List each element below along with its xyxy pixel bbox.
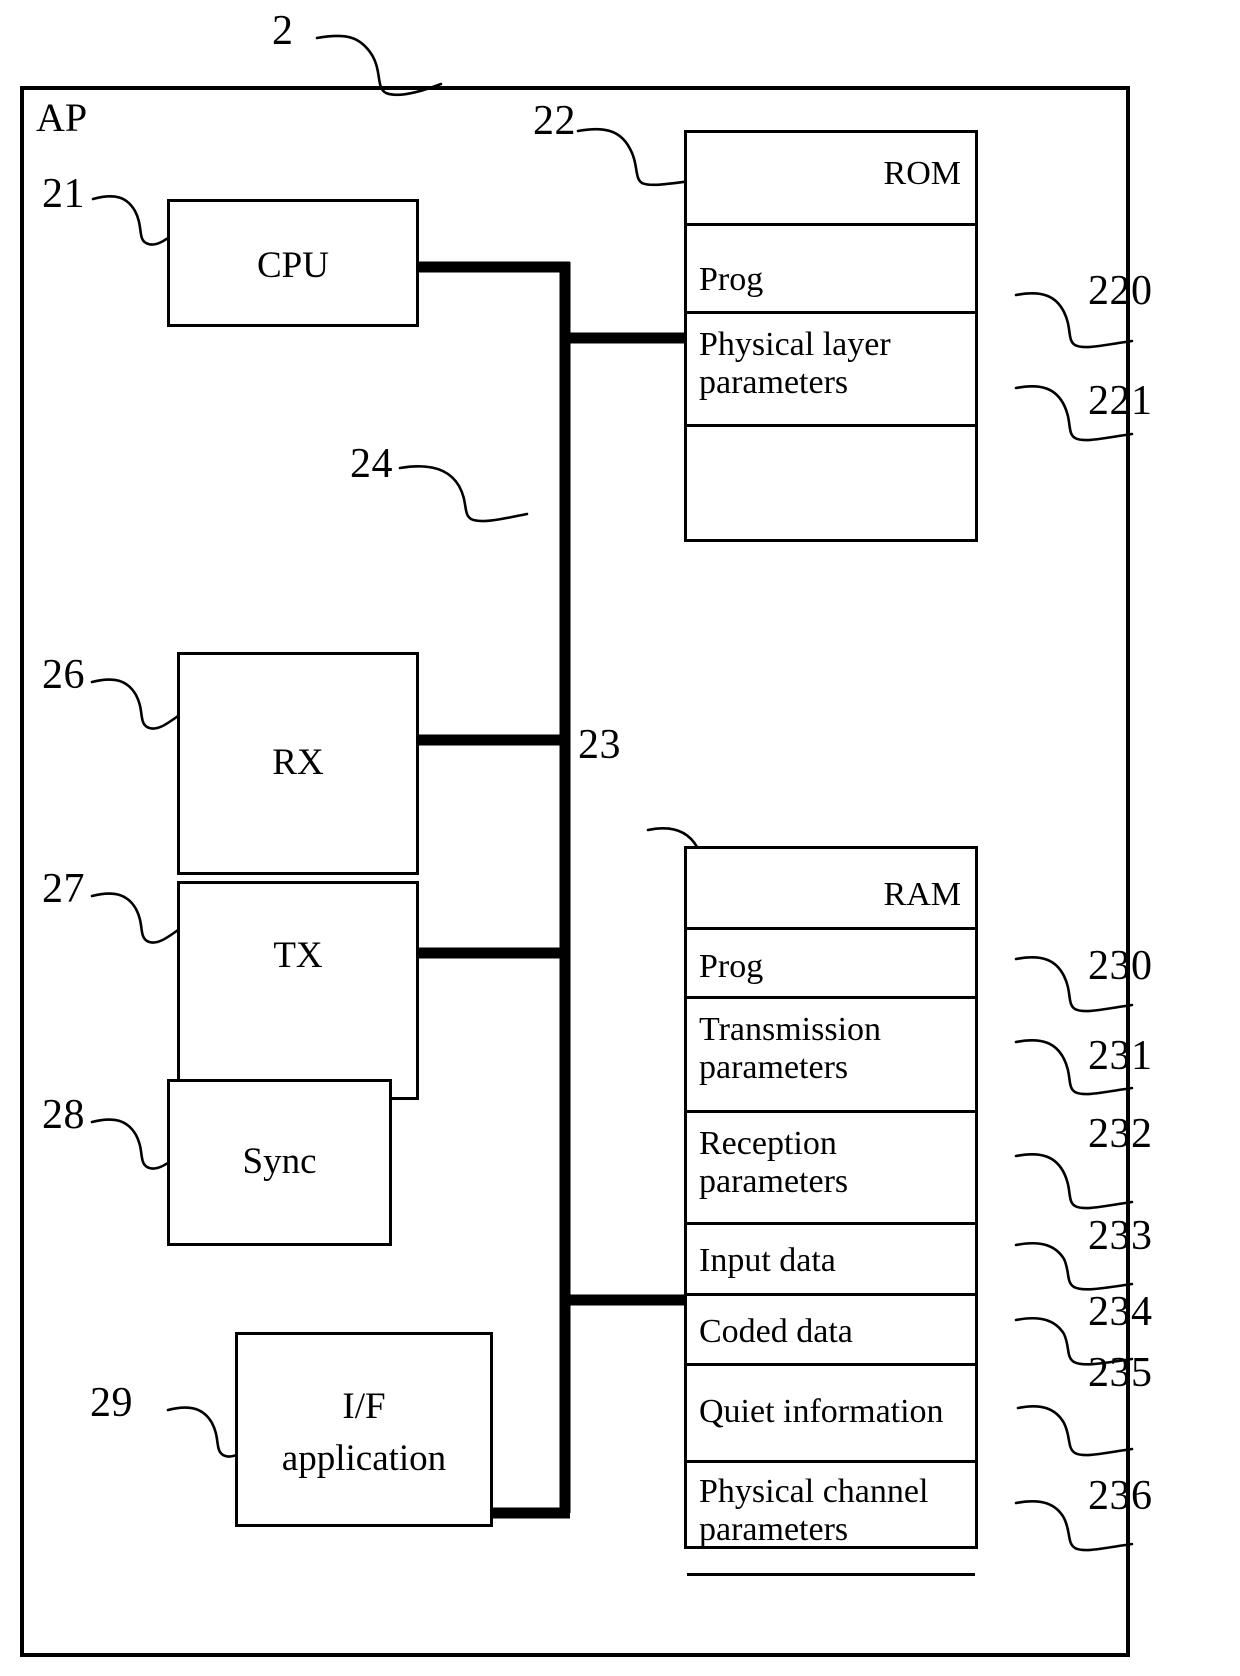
ram-row-physical-channel-parameters: Physical channel parameters [687,1463,975,1576]
ref-numeral-230: 230 [1088,943,1153,989]
rom-row-physical-layer-parameters-label: Physical layer parameters [699,326,891,402]
lead-line-232 [1014,1152,1134,1210]
ram-row-reception-parameters-label: Reception parameters [699,1125,849,1201]
ref-numeral-231: 231 [1088,1033,1153,1079]
rom-block: ROM Prog Physical layer parameters [684,130,978,542]
rx-label: RX [272,742,324,783]
rom-row-physical-layer-parameters: Physical layer parameters [687,314,975,427]
lead-line-2 [315,34,443,97]
ap-label: AP [36,95,88,140]
ram-row-prog: Prog [687,930,975,999]
rom-row-empty [687,427,975,539]
lead-line-21 [91,195,178,246]
ram-row-coded-data-label: Coded data [699,1313,853,1350]
ram-row-transmission-parameters-label: Transmission parameters [699,1011,882,1087]
ref-numeral-24: 24 [350,441,393,487]
ram-row-quiet-information-label: Quiet information [699,1393,944,1430]
rom-row-title: ROM [687,133,975,226]
ref-numeral-28: 28 [42,1092,85,1138]
sync-block: Sync [167,1079,392,1246]
ref-numeral-233: 233 [1088,1213,1153,1259]
ref-numeral-236: 236 [1088,1473,1153,1519]
ram-row-input-data-label: Input data [699,1242,836,1279]
sync-label: Sync [242,1141,317,1182]
ram-title: RAM [883,876,961,913]
ram-row-physical-channel-parameters-label: Physical channel parameters [699,1473,929,1549]
ref-numeral-27: 27 [42,866,85,912]
tx-block: TX [177,881,419,1100]
ram-row-input-data: Input data [687,1225,975,1296]
lead-line-235 [1016,1404,1134,1457]
ram-block: RAM Prog Transmission parameters Recepti… [684,846,978,1576]
if-application-label-line2: application [281,1438,447,1479]
figure-canvas: 2 AP 21 22 24 26 27 28 29 23 220 221 230… [0,0,1240,1676]
ref-numeral-235: 235 [1088,1350,1153,1396]
lead-line-26 [90,678,180,730]
ram-row-coded-data: Coded data [687,1296,975,1366]
rom-title: ROM [883,155,961,192]
ref-numeral-29: 29 [90,1380,133,1426]
ref-numeral-2: 2 [272,8,294,54]
lead-line-28 [90,1118,180,1170]
ref-numeral-26: 26 [42,652,85,698]
ram-row-empty [687,1576,975,1636]
if-application-label-line1: I/F [342,1386,386,1427]
ram-row-transmission-parameters: Transmission parameters [687,999,975,1113]
cpu-block: CPU [167,199,419,327]
ref-numeral-21: 21 [42,171,85,217]
ram-row-prog-label: Prog [699,948,764,985]
rom-row-prog-label: Prog [699,261,764,298]
ref-numeral-232: 232 [1088,1111,1153,1157]
if-application-block: I/F application [235,1332,493,1527]
rx-block: RX [177,652,419,875]
ram-row-quiet-information: Quiet information [687,1366,975,1463]
ref-numeral-23: 23 [578,722,621,768]
lead-line-27 [90,892,180,944]
lead-line-24 [398,464,529,523]
cpu-label: CPU [257,245,329,286]
rom-row-prog: Prog [687,226,975,314]
ref-numeral-221: 221 [1088,378,1153,424]
ram-row-title: RAM [687,849,975,930]
ref-numeral-22: 22 [533,98,576,144]
ref-numeral-234: 234 [1088,1289,1153,1335]
ram-row-reception-parameters: Reception parameters [687,1113,975,1225]
ref-numeral-220: 220 [1088,268,1153,314]
tx-label: TX [273,935,323,976]
